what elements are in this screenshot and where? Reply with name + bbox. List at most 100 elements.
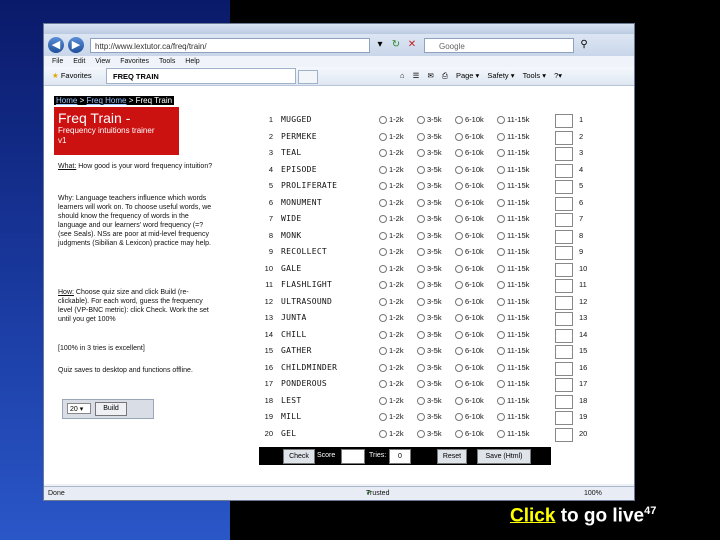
frequency-option[interactable]: 11-15k	[497, 145, 529, 161]
frequency-option[interactable]: 3-5k	[417, 294, 442, 310]
frequency-option[interactable]: 11-15k	[497, 393, 529, 409]
frequency-option[interactable]: 6-10k	[455, 409, 484, 425]
frequency-option[interactable]: 6-10k	[455, 327, 484, 343]
frequency-option[interactable]: 11-15k	[497, 327, 529, 343]
refresh-icon[interactable]: ↻	[390, 39, 402, 51]
tab-freq-train[interactable]: FREQ TRAIN	[106, 68, 296, 84]
frequency-option[interactable]: 3-5k	[417, 327, 442, 343]
frequency-option[interactable]: 1-2k	[379, 343, 404, 359]
home-icon[interactable]: ⌂	[400, 71, 405, 80]
frequency-option[interactable]: 1-2k	[379, 129, 404, 145]
frequency-option[interactable]: 6-10k	[455, 343, 484, 359]
frequency-option[interactable]: 3-5k	[417, 261, 442, 277]
breadcrumb-home[interactable]: Home	[56, 96, 77, 105]
click-link[interactable]: Click	[510, 505, 555, 526]
forward-icon[interactable]: ▶	[68, 37, 84, 53]
frequency-option[interactable]: 3-5k	[417, 376, 442, 392]
frequency-option[interactable]: 3-5k	[417, 129, 442, 145]
frequency-option[interactable]: 1-2k	[379, 393, 404, 409]
frequency-option[interactable]: 1-2k	[379, 244, 404, 260]
page-menu[interactable]: Page ▾	[456, 71, 479, 80]
breadcrumb-freq-home[interactable]: Freq Home	[86, 96, 126, 105]
safety-menu[interactable]: Safety ▾	[487, 71, 514, 80]
frequency-option[interactable]: 3-5k	[417, 228, 442, 244]
frequency-option[interactable]: 6-10k	[455, 178, 484, 194]
frequency-option[interactable]: 1-2k	[379, 409, 404, 425]
frequency-option[interactable]: 11-15k	[497, 360, 529, 376]
frequency-option[interactable]: 11-15k	[497, 426, 529, 442]
frequency-option[interactable]: 11-15k	[497, 162, 529, 178]
frequency-option[interactable]: 11-15k	[497, 129, 529, 145]
check-button[interactable]: Check	[283, 449, 315, 464]
quiz-size-select[interactable]: 20 ▾	[67, 403, 91, 414]
frequency-option[interactable]: 6-10k	[455, 145, 484, 161]
frequency-option[interactable]: 11-15k	[497, 376, 529, 392]
menu-file[interactable]: File	[52, 58, 63, 65]
frequency-option[interactable]: 1-2k	[379, 376, 404, 392]
frequency-option[interactable]: 11-15k	[497, 112, 529, 128]
save-button[interactable]: Save (Html)	[477, 449, 531, 464]
print-icon[interactable]: ⎙	[442, 71, 448, 80]
frequency-option[interactable]: 6-10k	[455, 310, 484, 326]
back-icon[interactable]: ◀	[48, 37, 64, 53]
frequency-option[interactable]: 11-15k	[497, 409, 529, 425]
frequency-option[interactable]: 1-2k	[379, 294, 404, 310]
frequency-option[interactable]: 3-5k	[417, 360, 442, 376]
tools-menu[interactable]: Tools ▾	[523, 71, 546, 80]
frequency-option[interactable]: 1-2k	[379, 162, 404, 178]
search-icon[interactable]: ⚲	[578, 39, 590, 51]
frequency-option[interactable]: 6-10k	[455, 162, 484, 178]
frequency-option[interactable]: 6-10k	[455, 426, 484, 442]
frequency-option[interactable]: 6-10k	[455, 244, 484, 260]
frequency-option[interactable]: 3-5k	[417, 409, 442, 425]
frequency-option[interactable]: 1-2k	[379, 360, 404, 376]
frequency-option[interactable]: 1-2k	[379, 195, 404, 211]
frequency-option[interactable]: 1-2k	[379, 211, 404, 227]
menu-help[interactable]: Help	[185, 58, 199, 65]
frequency-option[interactable]: 3-5k	[417, 195, 442, 211]
stop-icon[interactable]: ✕	[406, 39, 418, 51]
frequency-option[interactable]: 6-10k	[455, 195, 484, 211]
frequency-option[interactable]: 6-10k	[455, 129, 484, 145]
frequency-option[interactable]: 3-5k	[417, 112, 442, 128]
frequency-option[interactable]: 1-2k	[379, 261, 404, 277]
mail-icon[interactable]: ✉	[427, 71, 433, 80]
frequency-option[interactable]: 1-2k	[379, 228, 404, 244]
frequency-option[interactable]: 1-2k	[379, 178, 404, 194]
zoom-level[interactable]: 100%	[584, 487, 602, 500]
frequency-option[interactable]: 6-10k	[455, 112, 484, 128]
menu-edit[interactable]: Edit	[73, 58, 85, 65]
frequency-option[interactable]: 11-15k	[497, 277, 529, 293]
frequency-option[interactable]: 11-15k	[497, 178, 529, 194]
frequency-option[interactable]: 11-15k	[497, 310, 529, 326]
frequency-option[interactable]: 6-10k	[455, 360, 484, 376]
help-menu[interactable]: ?▾	[554, 71, 562, 80]
new-tab-button[interactable]	[298, 70, 318, 84]
frequency-option[interactable]: 3-5k	[417, 211, 442, 227]
menu-view[interactable]: View	[95, 58, 110, 65]
frequency-option[interactable]: 11-15k	[497, 294, 529, 310]
frequency-option[interactable]: 6-10k	[455, 211, 484, 227]
build-button[interactable]: Build	[95, 402, 127, 416]
frequency-option[interactable]: 3-5k	[417, 277, 442, 293]
frequency-option[interactable]: 6-10k	[455, 277, 484, 293]
frequency-option[interactable]: 11-15k	[497, 261, 529, 277]
frequency-option[interactable]: 1-2k	[379, 426, 404, 442]
feeds-icon[interactable]: ☰	[413, 71, 420, 80]
frequency-option[interactable]: 3-5k	[417, 393, 442, 409]
frequency-option[interactable]: 3-5k	[417, 343, 442, 359]
frequency-option[interactable]: 3-5k	[417, 244, 442, 260]
frequency-option[interactable]: 3-5k	[417, 145, 442, 161]
menu-tools[interactable]: Tools	[159, 58, 175, 65]
frequency-option[interactable]: 11-15k	[497, 244, 529, 260]
frequency-option[interactable]: 3-5k	[417, 178, 442, 194]
chevron-down-icon[interactable]: ▾	[374, 39, 386, 51]
url-field[interactable]: http://www.lextutor.ca/freq/train/	[90, 37, 370, 53]
frequency-option[interactable]: 11-15k	[497, 343, 529, 359]
frequency-option[interactable]: 1-2k	[379, 277, 404, 293]
reset-button[interactable]: Reset	[437, 449, 467, 464]
favorites-button[interactable]: ★ Favorites	[52, 67, 92, 85]
frequency-option[interactable]: 3-5k	[417, 310, 442, 326]
frequency-option[interactable]: 6-10k	[455, 376, 484, 392]
menu-favorites[interactable]: Favorites	[120, 58, 149, 65]
